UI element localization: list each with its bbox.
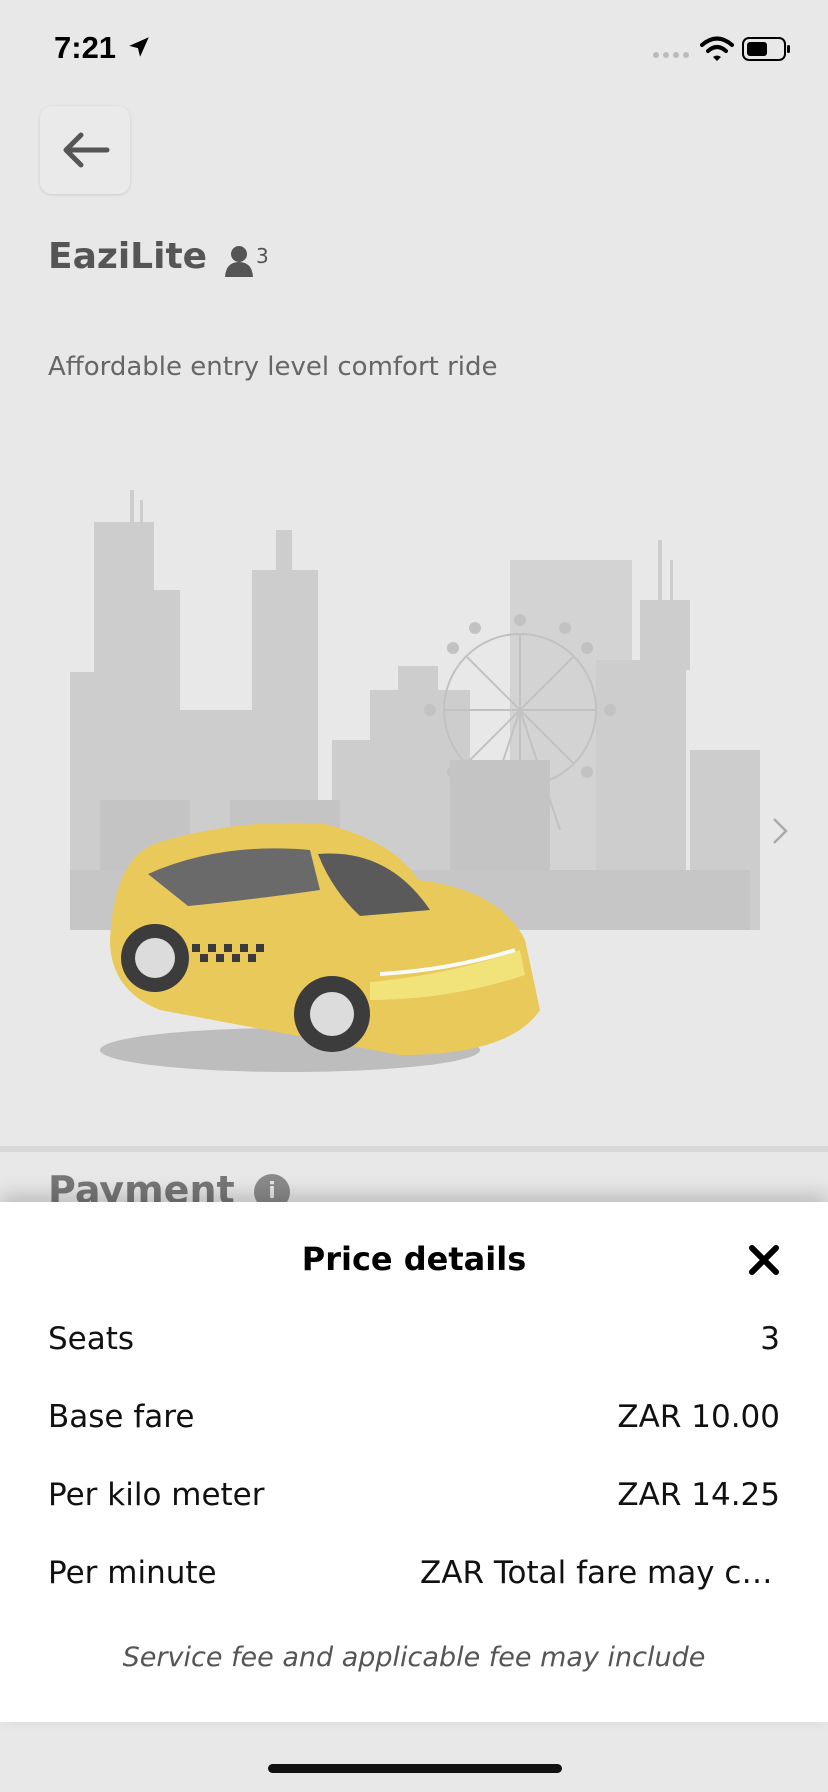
home-indicator[interactable]: [268, 1764, 562, 1773]
price-row-value: ZAR 14.25: [617, 1477, 780, 1513]
sheet-title: Price details: [301, 1240, 527, 1278]
back-button[interactable]: [40, 106, 130, 194]
price-details-sheet: Price details Seats 3 Base fare ZAR 10.0…: [0, 1202, 828, 1722]
price-row-label: Per kilo meter: [48, 1477, 265, 1513]
wifi-icon: [700, 36, 734, 61]
fee-note: Service fee and applicable fee may inclu…: [122, 1642, 706, 1673]
ride-description: Affordable entry level comfort ride: [48, 352, 498, 382]
seat-count-badge: 3: [256, 244, 269, 268]
price-row-seats: Seats 3: [48, 1314, 780, 1364]
price-row-per-kilometer: Per kilo meter ZAR 14.25: [48, 1470, 780, 1520]
price-row-per-minute: Per minute ZAR Total fare may change: [48, 1548, 780, 1598]
status-bar: 7:21: [0, 0, 828, 100]
ride-title: EaziLite: [48, 236, 208, 277]
back-arrow-icon: [63, 132, 110, 168]
taxi-city-illustration: [70, 490, 760, 1072]
status-time: 7:21: [54, 30, 117, 65]
price-row-label: Base fare: [48, 1399, 195, 1435]
section-divider: [0, 1146, 828, 1152]
price-row-value: ZAR 10.00: [617, 1399, 780, 1435]
price-row-base-fare: Base fare ZAR 10.00: [48, 1392, 780, 1442]
close-button[interactable]: [744, 1240, 784, 1280]
price-row-value: ZAR Total fare may change: [420, 1555, 780, 1591]
person-icon: [225, 246, 253, 277]
close-icon: [749, 1245, 779, 1275]
price-row-label: Seats: [48, 1321, 135, 1357]
price-row-value: 3: [760, 1321, 780, 1357]
chevron-right-icon[interactable]: [770, 816, 790, 846]
battery-icon: [742, 37, 790, 61]
location-arrow-icon: [129, 37, 149, 57]
price-row-label: Per minute: [48, 1555, 217, 1591]
signal-icon: [653, 52, 689, 58]
